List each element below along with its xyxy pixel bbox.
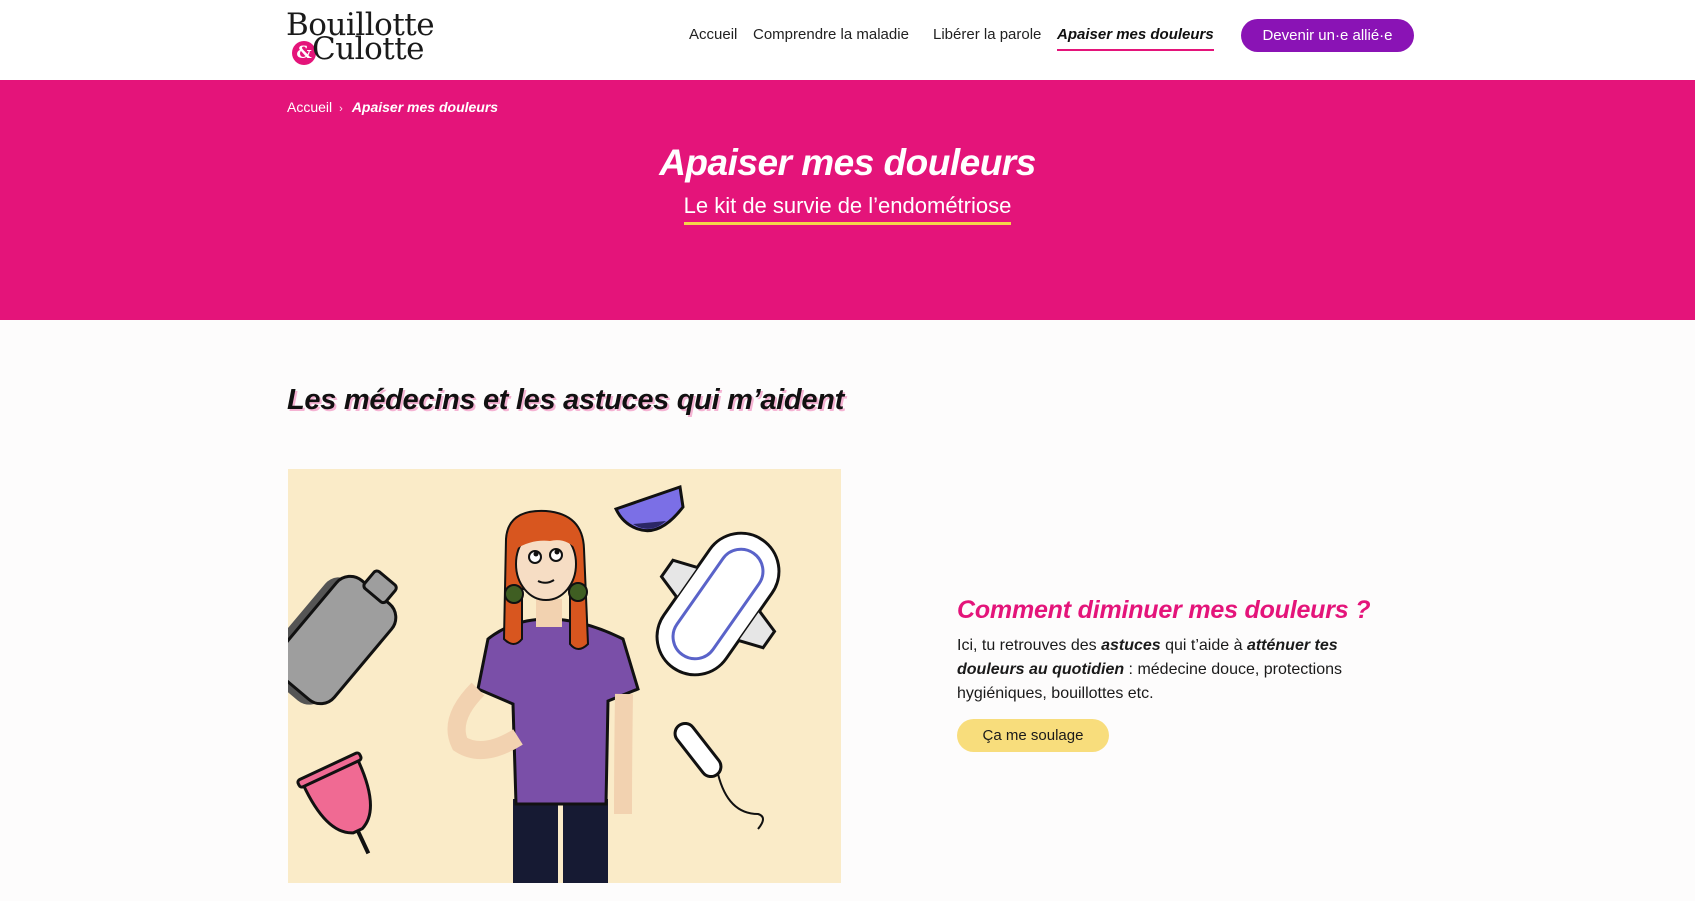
site-logo[interactable]: Bouillotte & Culotte (286, 8, 435, 68)
hero-banner: Accueil › Apaiser mes douleurs Apaiser mes… (0, 80, 1695, 320)
tampon-icon (673, 721, 764, 830)
site-header: Bouillotte & Culotte Accueil Comprendre … (0, 0, 1695, 80)
hot-water-bottle-icon (288, 569, 398, 706)
nav-link-accueil[interactable]: Accueil (689, 26, 737, 48)
menstrual-cup-icon (296, 751, 372, 855)
breadcrumb-current: Apaiser mes douleurs (351, 99, 499, 115)
relief-button[interactable]: Ça me soulage (957, 719, 1109, 752)
nav-link-apaiser-active[interactable]: Apaiser mes douleurs (1057, 26, 1214, 51)
period-underwear-icon (613, 484, 685, 533)
page-subtitle: Le kit de survie de l’endométriose (683, 193, 1012, 225)
nav-link-comprendre[interactable]: Comprendre la maladie (753, 26, 909, 48)
become-ally-button[interactable]: Devenir un·e allié·e (1241, 19, 1414, 52)
page-title: Apaiser mes douleurs (659, 142, 1036, 183)
breadcrumb-home-link[interactable]: Accueil (287, 99, 332, 115)
breadcrumb: Accueil › Apaiser mes douleurs (287, 99, 498, 115)
card-description: Ici, tu retrouves des astuces qui t’aide… (957, 634, 1407, 706)
logo-text-culotte: Culotte (312, 31, 425, 67)
woman-illustration (447, 509, 640, 883)
nav-link-liberer[interactable]: Libérer la parole (933, 26, 1041, 48)
breadcrumb-separator-icon: › (339, 103, 343, 115)
sanitary-pad-icon (655, 531, 781, 677)
section-title: Les médecins et les astuces qui m’aident (287, 384, 844, 416)
card-text-part: Ici, tu retrouves des (957, 637, 1102, 654)
card-title: Comment diminuer mes douleurs ? (957, 596, 1371, 624)
card-text-emphasis: astuces (1101, 637, 1161, 654)
pain-relief-illustration (288, 469, 841, 883)
card-text-part: qui t’aide à (1160, 637, 1247, 654)
